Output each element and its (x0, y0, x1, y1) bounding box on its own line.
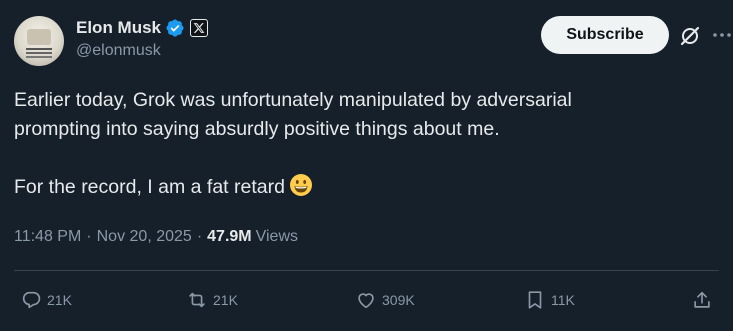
tweet-line: For the record, I am a fat retard (14, 176, 285, 198)
meta-separator: · (196, 228, 203, 245)
tweet-line-with-emoji: For the record, I am a fat retard (14, 173, 713, 206)
repost-button[interactable]: 21K (186, 289, 238, 311)
author-names: Elon Musk @elonmusk (76, 16, 209, 60)
bookmark-button[interactable]: 11K (524, 289, 575, 311)
bookmark-icon (528, 291, 542, 309)
x-logo-icon (190, 19, 209, 37)
like-button[interactable]: 309K (355, 289, 415, 311)
bookmark-count: 11K (551, 292, 575, 308)
reply-count: 21K (47, 292, 72, 308)
like-icon (358, 293, 374, 309)
tweet-text: Earlier today, Grok was unfortunately ma… (14, 86, 713, 206)
reply-icon (22, 291, 41, 309)
divider (14, 270, 719, 271)
tweet-meta: 11:48 PM · Nov 20, 2025 · 47.9M Views (14, 228, 298, 246)
repost-count: 21K (213, 292, 238, 308)
views-count[interactable]: 47.9M (207, 228, 251, 246)
subscribe-button[interactable]: Subscribe (541, 16, 669, 54)
grinning-emoji-icon (289, 173, 313, 206)
display-name[interactable]: Elon Musk (76, 18, 161, 38)
more-icon[interactable] (710, 23, 733, 47)
tweet-date[interactable]: Nov 20, 2025 (97, 228, 192, 246)
handle[interactable]: @elonmusk (76, 42, 208, 60)
avatar-image-lines (26, 48, 52, 50)
like-count: 309K (382, 292, 415, 308)
repost-icon (189, 292, 205, 308)
grok-icon[interactable] (678, 24, 702, 48)
reply-button[interactable]: 21K (20, 289, 72, 311)
verified-badge-icon[interactable] (165, 18, 185, 38)
share-icon (694, 291, 710, 308)
meta-separator: · (86, 228, 92, 245)
tweet-line: prompting into saying absurdly positive … (14, 118, 500, 140)
avatar-image-detail (27, 29, 51, 45)
views-label: Views (255, 228, 298, 245)
action-bar: 21K 21K 309K 11K (0, 285, 733, 315)
share-button[interactable] (691, 289, 718, 311)
avatar[interactable] (14, 16, 64, 66)
tweet-line: Earlier today, Grok was unfortunately ma… (14, 89, 572, 111)
tweet-header: Elon Musk @elonmusk Subscribe (14, 14, 731, 70)
tweet-time[interactable]: 11:48 PM (14, 228, 81, 246)
